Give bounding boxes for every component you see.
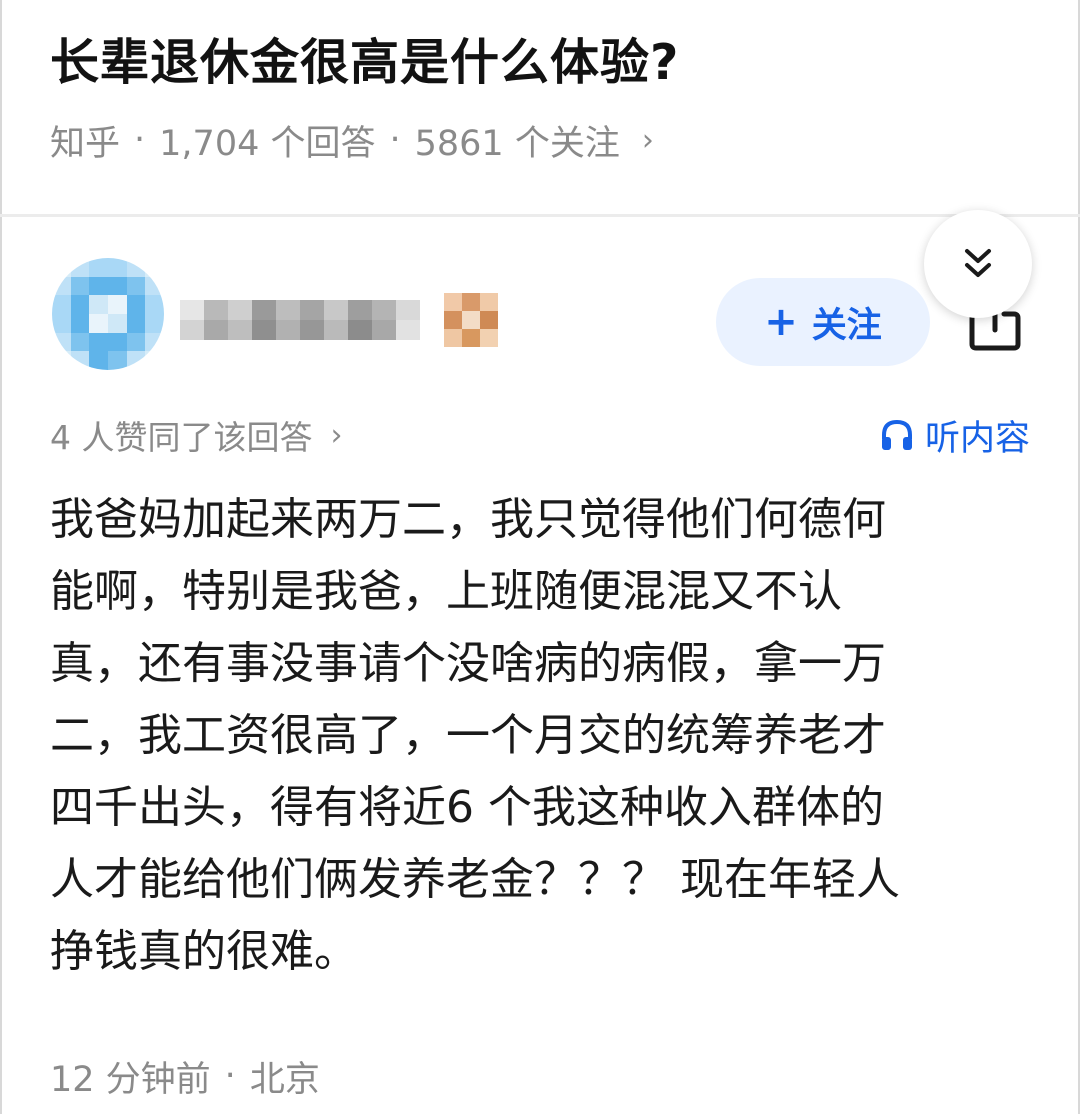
answer-location: 北京 [249,1059,320,1100]
content-line: 挣钱真的很难。 [50,926,358,977]
chevron-right-icon: › [330,417,343,453]
frame-border-left [0,0,2,1114]
blurred-badge [444,293,498,347]
headphones-icon [881,419,912,450]
followers-count: 5861 个关注 [414,123,620,164]
content-line: 能啊，特别是我爸，上班随便混混又不认 [50,566,842,617]
author-name-blurred[interactable] [180,290,498,350]
content-line: 二，我工资很高了，一个月交的统筹养老才 [50,710,886,761]
follow-button[interactable]: + 关注 [716,278,930,366]
likes-row[interactable]: 4 人赞同了该回答 › [50,410,343,460]
follow-label: 关注 [811,305,882,346]
meta-separator: · [134,120,146,160]
answer-content[interactable]: 我爸妈加起来两万二，我只觉得他们何德何 能啊，特别是我爸，上班随便混混又不认 真… [50,484,1030,988]
meta-separator: · [224,1056,236,1096]
source-label: 知乎 [50,123,121,164]
answers-count: 1,704 个回答 [159,123,376,164]
content-line: 我爸妈加起来两万二，我只觉得他们何德何 [50,494,886,545]
listen-button[interactable]: 听内容 [879,410,1030,460]
avatar[interactable] [52,258,164,370]
chevron-right-icon: › [641,122,654,158]
question-title[interactable]: 长辈退休金很高是什么体验? [50,28,679,98]
double-chevron-down-icon [965,249,991,277]
question-meta[interactable]: 知乎 · 1,704 个回答 · 5861 个关注 › [50,112,654,168]
blurred-name [180,300,420,340]
likes-text: 4 人赞同了该回答 [50,418,313,457]
meta-separator: · [389,120,401,160]
listen-label: 听内容 [924,418,1030,459]
content-line: 人才能给他们俩发养老金？？？ 现在年轻人 [50,854,900,905]
answer-time: 12 分钟前 [50,1059,211,1100]
content-line: 四千出头，得有将近6 个我这种收入群体的 [50,782,884,833]
content-line: 真，还有事没事请个没啥病的病假，拿一万 [50,638,886,689]
section-divider [0,214,1080,217]
expand-button[interactable] [924,210,1032,318]
plus-icon: + [764,299,798,345]
answer-meta: 12 分钟前 · 北京 [50,1050,320,1102]
